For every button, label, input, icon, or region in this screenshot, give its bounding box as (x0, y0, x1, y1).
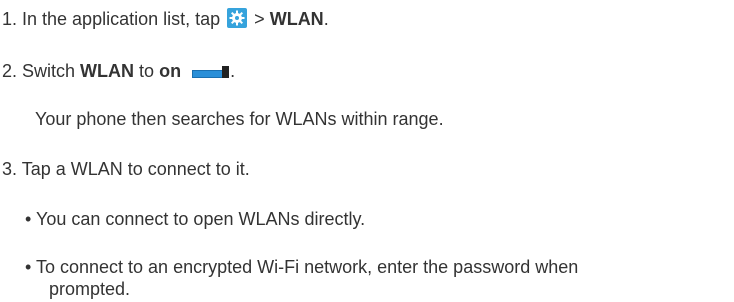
toggle-on-icon (192, 66, 230, 78)
step-1: 1. In the application list, tap > WLAN. (2, 8, 329, 30)
step-3: 3. Tap a WLAN to connect to it. (2, 159, 250, 179)
toggle-knob (222, 66, 230, 78)
step-1-end: . (323, 9, 329, 29)
step-1-separator: > (254, 9, 265, 29)
step-2-bold-wlan: WLAN (80, 61, 135, 81)
step-2-end: . (230, 61, 236, 81)
step-2-bold-on: on (159, 61, 182, 81)
bullet-item-continuation: prompted. (49, 279, 131, 299)
step-2-prefix: 2. Switch (2, 61, 76, 81)
step-2: 2. Switch WLAN to on . (2, 60, 235, 82)
bullet-item: • To connect to an encrypted Wi-Fi netwo… (25, 257, 579, 277)
step-2-mid: to (139, 61, 155, 81)
toggle-track (192, 70, 225, 78)
step-1-prefix: 1. In the application list, tap (2, 9, 221, 29)
settings-gear-icon (227, 8, 248, 28)
bullet-item: • You can connect to open WLANs directly… (25, 209, 366, 229)
step-1-target: WLAN (269, 9, 324, 29)
step-2-note: Your phone then searches for WLANs withi… (35, 109, 444, 129)
